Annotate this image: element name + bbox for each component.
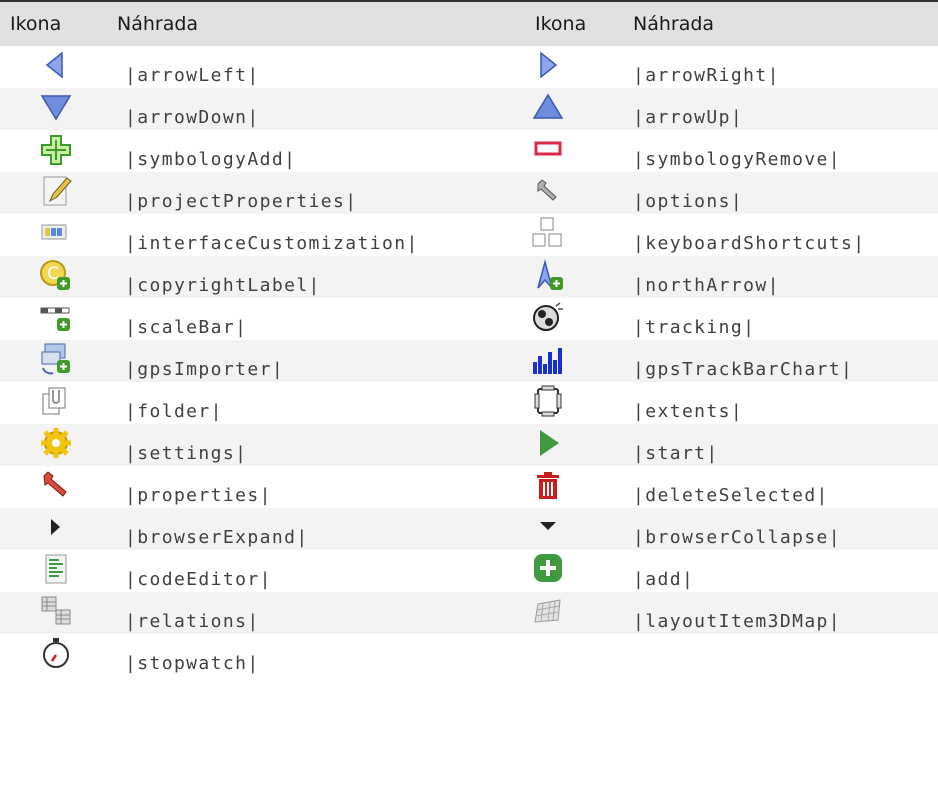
substitution-text: |copyrightLabel| (125, 275, 321, 296)
copyright-label-icon: C (38, 258, 74, 292)
substitution-text: |stopwatch| (125, 653, 260, 674)
arrow-down-icon (38, 90, 74, 124)
browser-expand-icon (38, 510, 74, 544)
scale-bar-icon (38, 300, 74, 334)
table-row: |projectProperties| |options| (0, 172, 938, 214)
header-icon-col-1: Ikona (10, 13, 62, 35)
substitution-text: |arrowLeft| (125, 65, 260, 86)
keyboard-shortcuts-icon (530, 216, 566, 250)
header-substitution-col-2: Náhrada (633, 13, 715, 35)
substitution-text: |arrowRight| (633, 65, 780, 86)
arrow-left-icon (38, 48, 74, 82)
substitution-text: |symbologyAdd| (125, 149, 297, 170)
substitution-text: |settings| (125, 443, 248, 464)
table-row: |settings| |start| (0, 424, 938, 466)
substitution-text: |options| (633, 191, 744, 212)
substitution-text: |tracking| (633, 317, 756, 338)
table-row: |folder| |extents| (0, 382, 938, 424)
folder-icon (38, 384, 74, 418)
table-row: |arrowLeft| |arrowRight| (0, 46, 938, 88)
substitution-text: |scaleBar| (125, 317, 248, 338)
stopwatch-icon (38, 636, 74, 670)
substitution-text: |deleteSelected| (633, 485, 829, 506)
substitution-text: |add| (633, 569, 695, 590)
header-icon-col-2: Ikona (535, 13, 587, 35)
table-row: |browserExpand| |browserCollapse| (0, 508, 938, 550)
table-row: |gpsImporter| |gpsTrackBarChart| (0, 340, 938, 382)
substitution-text: |northArrow| (633, 275, 780, 296)
start-play-icon (530, 426, 566, 460)
symbology-remove-icon (530, 132, 566, 166)
table-row: |symbologyAdd| |symbologyRemove| (0, 130, 938, 172)
interface-customization-icon (38, 216, 74, 250)
table-row: |relations| |layoutItem3DMap| (0, 592, 938, 634)
substitution-text: |folder| (125, 401, 223, 422)
substitution-text: |codeEditor| (125, 569, 272, 590)
table-row: |stopwatch| (0, 634, 938, 676)
table-row: |scaleBar| |tracking| (0, 298, 938, 340)
substitution-text: |browserCollapse| (633, 527, 842, 548)
substitution-text: |symbologyRemove| (633, 149, 842, 170)
substitution-text: |interfaceCustomization| (125, 233, 419, 254)
substitution-text: |gpsTrackBarChart| (633, 359, 854, 380)
substitution-text: |properties| (125, 485, 272, 506)
table-row: |interfaceCustomization| |keyboardShortcu… (0, 214, 938, 256)
options-wrench-icon (530, 174, 566, 208)
gps-importer-icon (38, 342, 74, 376)
add-icon (530, 552, 566, 586)
extents-icon (530, 384, 566, 418)
browser-collapse-icon (530, 510, 566, 544)
layout-item-3d-map-icon (530, 594, 566, 628)
tracking-icon (530, 300, 566, 334)
substitution-text: |relations| (125, 611, 260, 632)
table-row: |properties| |deleteSelected| (0, 466, 938, 508)
symbology-add-icon (38, 132, 74, 166)
header-substitution-col-1: Náhrada (117, 13, 199, 35)
substitution-text: |start| (633, 443, 719, 464)
substitution-text: |layoutItem3DMap| (633, 611, 842, 632)
delete-selected-icon (530, 468, 566, 502)
north-arrow-icon (530, 258, 566, 292)
table-row: |arrowDown| |arrowUp| (0, 88, 938, 130)
substitution-text: |arrowDown| (125, 107, 260, 128)
table-row: |codeEditor| |add| (0, 550, 938, 592)
relations-icon (38, 594, 74, 628)
properties-wrench-icon (38, 468, 74, 502)
substitution-text: |keyboardShortcuts| (633, 233, 866, 254)
arrow-right-icon (530, 48, 566, 82)
project-properties-icon (38, 174, 74, 208)
substitution-text: |projectProperties| (125, 191, 358, 212)
substitution-text: |browserExpand| (125, 527, 309, 548)
arrow-up-icon (530, 90, 566, 124)
code-editor-icon (38, 552, 74, 586)
substitution-text: |extents| (633, 401, 744, 422)
substitution-text: |gpsImporter| (125, 359, 285, 380)
substitution-text: |arrowUp| (633, 107, 744, 128)
table-row: C |copyrightLabel| |northArrow| (0, 256, 938, 298)
gps-track-bar-chart-icon (530, 342, 566, 376)
settings-gear-icon (38, 426, 74, 460)
